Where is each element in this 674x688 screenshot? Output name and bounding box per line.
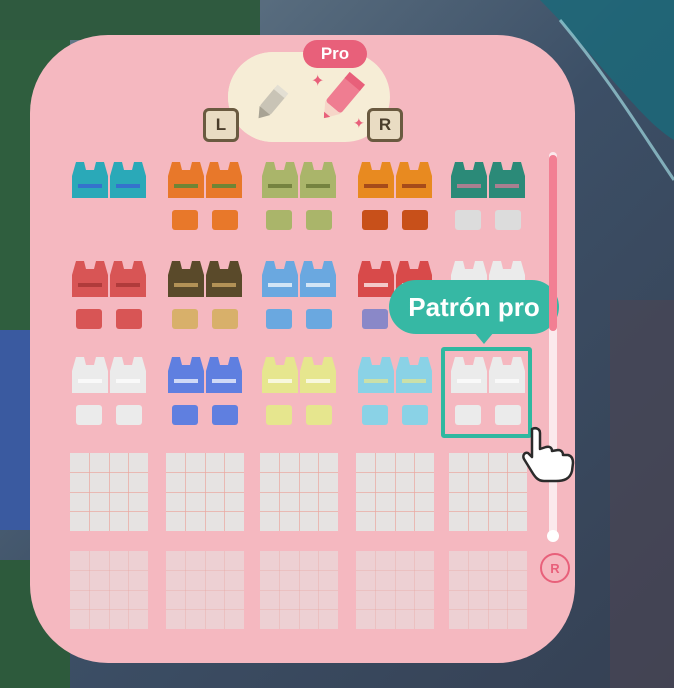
design-preview [72, 357, 146, 425]
empty-design-slot[interactable] [356, 453, 434, 531]
empty-design-slot[interactable] [449, 551, 527, 629]
empty-design-slot[interactable] [166, 453, 244, 531]
empty-design-slot[interactable] [449, 453, 527, 531]
grid-guide-line [70, 590, 148, 591]
tooltip-tail [474, 332, 494, 344]
grid-guide-line [166, 590, 244, 591]
grid-guide-line [260, 511, 338, 512]
design-slot-orange-tank-eyes[interactable] [166, 158, 244, 236]
grid-guide-line [356, 590, 434, 591]
empty-design-slot[interactable] [70, 551, 148, 629]
pencil-icon[interactable] [245, 78, 295, 128]
grid-guide-line [70, 609, 148, 610]
design-preview [358, 162, 432, 230]
grid-guide-line [449, 590, 527, 591]
design-slot-yellow-template[interactable] [260, 353, 338, 431]
design-preview [262, 162, 336, 230]
grid-guide-line [507, 551, 508, 629]
design-slot-sky-template[interactable] [356, 353, 434, 431]
grid-guide-line [356, 609, 434, 610]
empty-design-slot[interactable] [260, 453, 338, 531]
l-button-hint: L [203, 108, 239, 142]
design-preview [451, 162, 525, 230]
svg-text:✦: ✦ [353, 116, 365, 132]
design-slot-blue-gradient-tank[interactable] [70, 158, 148, 236]
r-button-hint: R [367, 108, 403, 142]
grid-guide-line [166, 492, 244, 493]
design-slot-brown-dotted-vest[interactable] [166, 257, 244, 335]
empty-design-slot[interactable] [166, 551, 244, 629]
grid-guide-line [128, 453, 129, 531]
grid-guide-line [166, 511, 244, 512]
grid-guide-line [260, 492, 338, 493]
grid-guide-line [70, 511, 148, 512]
design-preview [262, 357, 336, 425]
scrollbar-end-dot [547, 530, 559, 542]
grid-guide-line [414, 453, 415, 531]
grid-guide-line [70, 492, 148, 493]
design-slot-teal-heart-tank[interactable] [449, 158, 527, 236]
pro-pencil-icon[interactable]: ✦ ✦ [305, 64, 375, 134]
grid-guide-line [318, 551, 319, 629]
grid-guide-line [449, 492, 527, 493]
grid-guide-line [166, 609, 244, 610]
grid-guide-line [356, 492, 434, 493]
design-preview [168, 261, 242, 329]
design-preview [358, 357, 432, 425]
design-preview [168, 162, 242, 230]
design-slot-green-striped-vest[interactable] [260, 158, 338, 236]
design-preview [72, 162, 146, 198]
design-slot-white-template[interactable] [70, 353, 148, 431]
grid-guide-line [260, 590, 338, 591]
pro-tab-label: Pro [303, 40, 367, 68]
design-slot-blue-template[interactable] [166, 353, 244, 431]
design-slot-blue-knit-tank[interactable] [260, 257, 338, 335]
design-preview [262, 261, 336, 329]
pro-design-tooltip: Patrón pro [389, 280, 559, 334]
svg-text:✦: ✦ [311, 71, 324, 90]
design-preview [168, 357, 242, 425]
right-stick-icon: R [540, 553, 570, 583]
design-slot-orange-fringe-tank[interactable] [356, 158, 434, 236]
grid-guide-line [318, 453, 319, 531]
grid-guide-line [414, 551, 415, 629]
grid-guide-line [449, 511, 527, 512]
grid-guide-line [224, 551, 225, 629]
empty-design-slot[interactable] [260, 551, 338, 629]
design-slot-red-button-vest[interactable] [70, 257, 148, 335]
hand-cursor-icon [522, 426, 575, 483]
grid-guide-line [128, 551, 129, 629]
empty-design-slot[interactable] [356, 551, 434, 629]
empty-design-slot[interactable] [70, 453, 148, 531]
grid-guide-line [356, 511, 434, 512]
design-preview [72, 261, 146, 329]
grid-guide-line [449, 609, 527, 610]
grid-guide-line [260, 609, 338, 610]
grid-guide-line [224, 453, 225, 531]
scrollbar-thumb[interactable] [549, 155, 557, 331]
grid-guide-line [507, 453, 508, 531]
